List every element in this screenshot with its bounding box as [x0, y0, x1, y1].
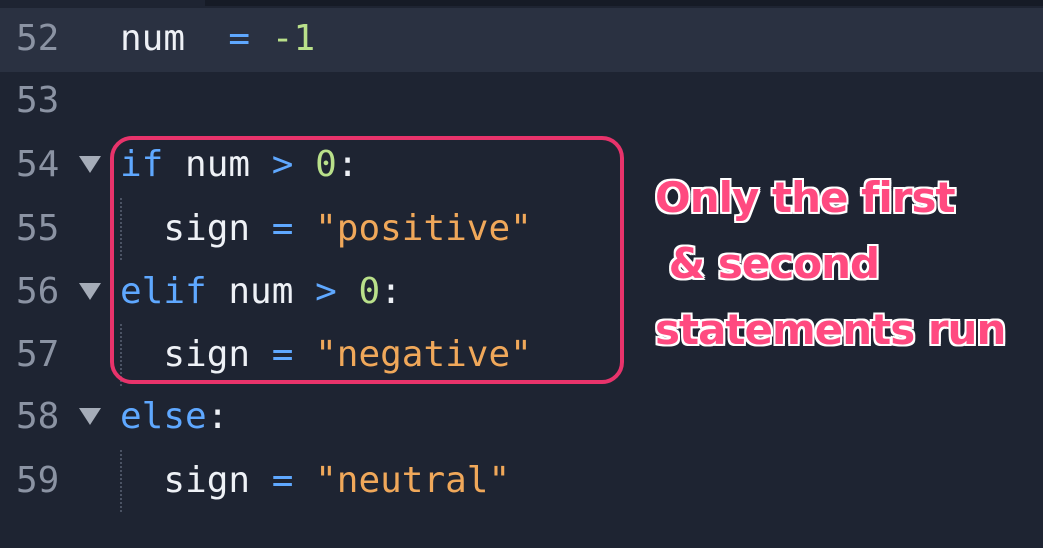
code-token: = [228, 18, 251, 59]
code-token: sign [120, 460, 272, 501]
line-number: 54 [16, 144, 60, 185]
triangle-down-icon[interactable] [79, 283, 101, 300]
code-token: else [120, 396, 207, 437]
annotation-text: Only the first & second statements run [655, 173, 1006, 354]
code-token: num [120, 18, 186, 59]
code-token: = [271, 460, 294, 501]
triangle-down-icon[interactable] [79, 156, 101, 173]
line-number: 57 [16, 334, 60, 375]
line-number: 52 [16, 18, 60, 59]
code-line[interactable]: 59 sign = "neutral" [0, 450, 1043, 512]
code-line[interactable]: 53 [0, 70, 1043, 132]
triangle-down-icon[interactable] [79, 408, 101, 425]
line-number: 56 [16, 271, 60, 312]
code-line[interactable]: 52 num = -1 [0, 8, 1043, 72]
highlight-callout-box [110, 136, 624, 384]
editor-top-strip [205, 0, 1043, 6]
code-text: sign = "neutral" [120, 450, 510, 512]
line-number: 53 [16, 80, 60, 121]
line-number: 55 [16, 208, 60, 249]
code-text: else: [120, 386, 228, 448]
line-number: 58 [16, 396, 60, 437]
code-token: -1 [271, 18, 316, 59]
code-text: num = -1 [120, 8, 315, 70]
code-line[interactable]: 58 else: [0, 386, 1043, 448]
code-token: "neutral" [315, 460, 511, 501]
code-editor[interactable]: 52 num = -1 53 54 if num > 0: 55 sign = "posi… [0, 0, 1043, 548]
line-number: 59 [16, 460, 60, 501]
code-token: : [206, 396, 229, 437]
